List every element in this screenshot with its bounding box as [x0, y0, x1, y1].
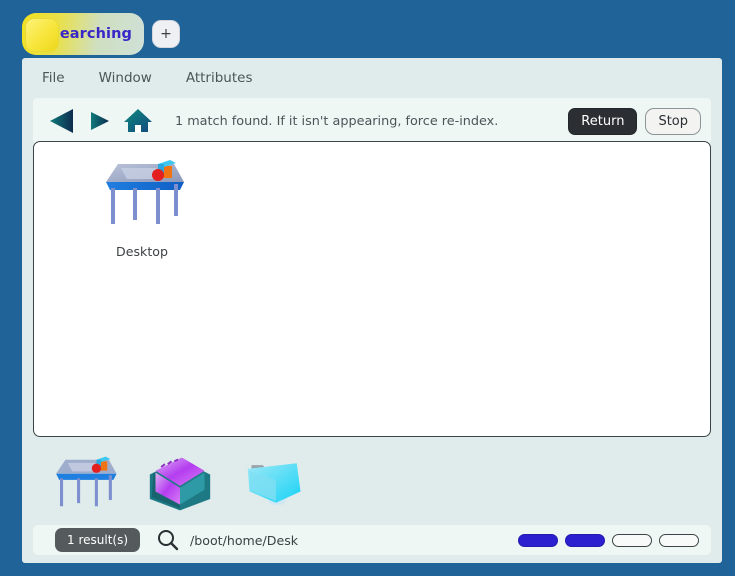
progress-pip [659, 533, 699, 547]
back-arrow-icon [50, 109, 73, 133]
navigation-toolbar: 1 match found. If it isn't appearing, fo… [33, 98, 711, 144]
tab-strip: Searching + [22, 12, 180, 56]
back-button[interactable] [43, 102, 81, 140]
forward-arrow-icon [91, 112, 109, 130]
toolbar-actions: Return Stop [568, 107, 701, 135]
search-status-text: 1 match found. If it isn't appearing, fo… [175, 113, 499, 129]
home-button[interactable] [119, 102, 157, 140]
add-tab-button[interactable]: + [152, 20, 180, 48]
tab-searching[interactable]: Searching [22, 13, 144, 55]
search-results-panel[interactable]: Desktop [33, 141, 711, 437]
path-text: /boot/home/Desk [190, 532, 299, 548]
icon-shelf [42, 446, 318, 520]
result-count-badge: 1 result(s) [55, 528, 141, 552]
desktop-background: Searching + File Window Attributes 1 mat… [0, 0, 735, 576]
list-item[interactable]: Desktop [78, 154, 206, 259]
shelf-icon-folder[interactable] [234, 446, 318, 520]
home-icon [124, 109, 152, 133]
file-box-icon [149, 457, 211, 511]
folder-icon [247, 463, 301, 505]
shelf-icon-filebox[interactable] [138, 446, 222, 520]
menu-item-file[interactable]: File [38, 67, 69, 89]
desk-icon [56, 456, 117, 507]
status-bar: 1 result(s) /boot/home/Desk [33, 525, 711, 555]
magnifier-icon [158, 530, 179, 551]
progress-indicator [518, 533, 703, 547]
desk-icon [106, 160, 184, 224]
tab-label: Searching [49, 26, 132, 42]
shelf-icon-desktop[interactable] [42, 446, 126, 520]
plus-icon: + [160, 26, 172, 42]
menu-bar: File Window Attributes [22, 58, 722, 98]
progress-pip [612, 533, 652, 547]
return-button[interactable]: Return [568, 107, 638, 135]
file-browser-window: File Window Attributes 1 match found. If… [22, 58, 722, 563]
search-button[interactable] [156, 528, 180, 552]
list-item-label: Desktop [116, 244, 168, 259]
progress-pip [565, 533, 605, 547]
stop-button[interactable]: Stop [645, 107, 701, 135]
progress-pip [518, 533, 558, 547]
tab-color-swatch[interactable] [25, 18, 59, 52]
menu-item-attributes[interactable]: Attributes [182, 67, 257, 89]
menu-item-window[interactable]: Window [95, 67, 156, 89]
forward-button[interactable] [81, 102, 119, 140]
